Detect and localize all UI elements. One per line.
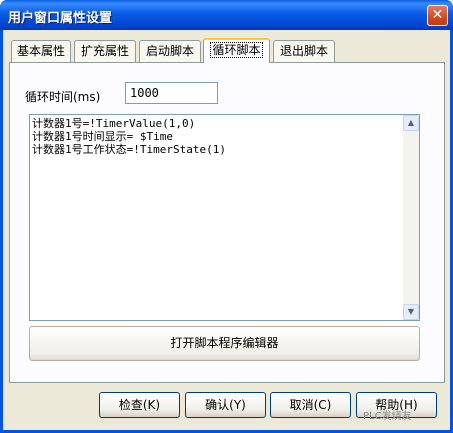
- dialog-window: 用户窗口属性设置 ✕ 基本属性 扩充属性 启动脚本 循环脚本 退出脚本 循环时间…: [0, 0, 453, 433]
- window-title: 用户窗口属性设置: [8, 11, 113, 26]
- tab-label: 基本属性: [16, 44, 65, 58]
- script-line: 计数器1号时间显示= $Time: [32, 130, 173, 143]
- cycle-time-label: 循环时间(ms): [25, 90, 101, 104]
- scroll-up-arrow-icon[interactable]: ▲: [403, 115, 419, 131]
- open-script-editor-button[interactable]: 打开脚本程序编辑器: [29, 326, 420, 361]
- tab-loop-script[interactable]: 循环脚本: [203, 38, 270, 63]
- tab-exit-script[interactable]: 退出脚本: [273, 40, 335, 62]
- script-editor[interactable]: 计数器1号=!TimerValue(1,0) 计数器1号时间显示= $Time …: [29, 114, 420, 321]
- close-button[interactable]: ✕: [427, 5, 448, 26]
- tab-label: 循环脚本: [210, 42, 263, 58]
- scroll-down-arrow-icon[interactable]: ▼: [403, 304, 419, 320]
- cancel-button[interactable]: 取消(C): [270, 392, 351, 418]
- vertical-scrollbar[interactable]: ▲ ▼: [403, 115, 419, 320]
- tab-basic-properties[interactable]: 基本属性: [11, 40, 71, 62]
- script-line: 计数器1号=!TimerValue(1,0): [32, 117, 196, 130]
- tab-label: 启动脚本: [145, 44, 194, 58]
- watermark: PLC发烧友: [363, 411, 412, 422]
- tab-extended-properties[interactable]: 扩充属性: [74, 40, 136, 62]
- ok-button[interactable]: 确认(Y): [185, 392, 266, 418]
- tab-startup-script[interactable]: 启动脚本: [139, 40, 201, 62]
- dialog-body: 基本属性 扩充属性 启动脚本 循环脚本 退出脚本 循环时间(ms) 1000 计…: [3, 30, 450, 430]
- check-button[interactable]: 检查(K): [99, 392, 180, 418]
- close-icon: ✕: [431, 7, 444, 23]
- tab-label: 退出脚本: [279, 44, 328, 58]
- title-bar[interactable]: 用户窗口属性设置 ✕: [0, 0, 453, 30]
- tab-label: 扩充属性: [80, 44, 129, 58]
- cycle-time-input[interactable]: 1000: [125, 82, 218, 104]
- script-line: 计数器1号工作状态=!TimerState(1): [32, 143, 226, 156]
